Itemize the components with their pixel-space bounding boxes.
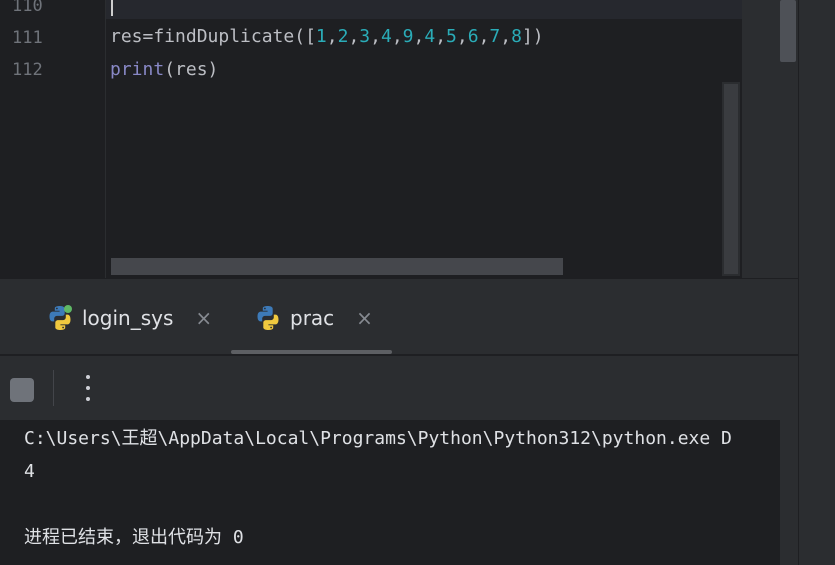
code-token: ,: [478, 26, 490, 47]
editor-horizontal-scrollbar-thumb[interactable]: [111, 258, 563, 275]
run-console[interactable]: C:\Users\王超\AppData\Local\Programs\Pytho…: [0, 420, 780, 565]
tab-prac[interactable]: prac ×: [254, 301, 373, 335]
console-line: C:\Users\王超\AppData\Local\Programs\Pytho…: [24, 428, 732, 449]
close-icon[interactable]: ×: [195, 306, 212, 330]
tab-login-sys[interactable]: login_sys ×: [46, 301, 212, 335]
stop-icon[interactable]: [10, 378, 34, 402]
gutter-divider: [105, 0, 106, 278]
run-tab-bar: login_sys × prac ×: [0, 279, 798, 354]
code-token: ,: [456, 26, 468, 47]
editor-vertical-scrollbar-thumb[interactable]: [724, 84, 738, 274]
code-token: 6: [467, 26, 479, 47]
ide-window: 110 111 112 res=findDuplicate([1,2,3,4,9…: [0, 0, 835, 565]
code-token: 3: [359, 26, 371, 47]
close-icon[interactable]: ×: [356, 306, 373, 330]
more-vertical-icon[interactable]: [76, 372, 100, 404]
run-toolbar: [0, 355, 798, 420]
code-token: ,: [348, 26, 360, 47]
right-tool-strip: [798, 0, 835, 565]
console-line: 进程已结束，退出代码为 0: [24, 527, 244, 548]
code-token: res=findDuplicate([: [110, 26, 316, 47]
code-token: print: [110, 59, 165, 80]
code-token: 8: [511, 26, 522, 47]
text-caret: [111, 0, 113, 16]
code-token: 7: [489, 26, 501, 47]
console-scrollbar[interactable]: [780, 420, 798, 565]
code-token: 5: [446, 26, 457, 47]
code-token: ,: [391, 26, 403, 47]
python-icon: [257, 306, 279, 330]
code-token: 2: [337, 26, 349, 47]
code-token: ,: [413, 26, 425, 47]
tab-label: prac: [290, 306, 335, 330]
code-token: ,: [326, 26, 338, 47]
code-token: 4: [380, 26, 392, 47]
line-number: 111: [12, 28, 43, 48]
code-line[interactable]: print(res): [110, 59, 738, 81]
code-token: ,: [370, 26, 381, 47]
code-token: 4: [424, 26, 436, 47]
console-line: 4: [24, 461, 35, 482]
code-token: 9: [402, 26, 414, 47]
code-line[interactable]: res=findDuplicate([1,2,3,4,9,4,5,6,7,8]): [110, 26, 738, 48]
code-token: ,: [500, 26, 512, 47]
current-line-highlight: [106, 0, 742, 19]
active-tab-indicator: [231, 350, 392, 354]
code-token: 1: [315, 26, 327, 47]
toolbar-divider: [53, 370, 54, 406]
code-token: (res): [164, 59, 219, 80]
code-token: ,: [435, 26, 447, 47]
python-icon: [49, 305, 72, 330]
tab-label: login_sys: [82, 306, 174, 330]
code-editor[interactable]: 110 111 112 res=findDuplicate([1,2,3,4,9…: [0, 0, 798, 278]
editor-scrollbar-thumb[interactable]: [780, 0, 796, 62]
code-token: ]): [521, 26, 544, 47]
line-number: 112: [12, 60, 43, 80]
line-number: 110: [12, 0, 43, 16]
